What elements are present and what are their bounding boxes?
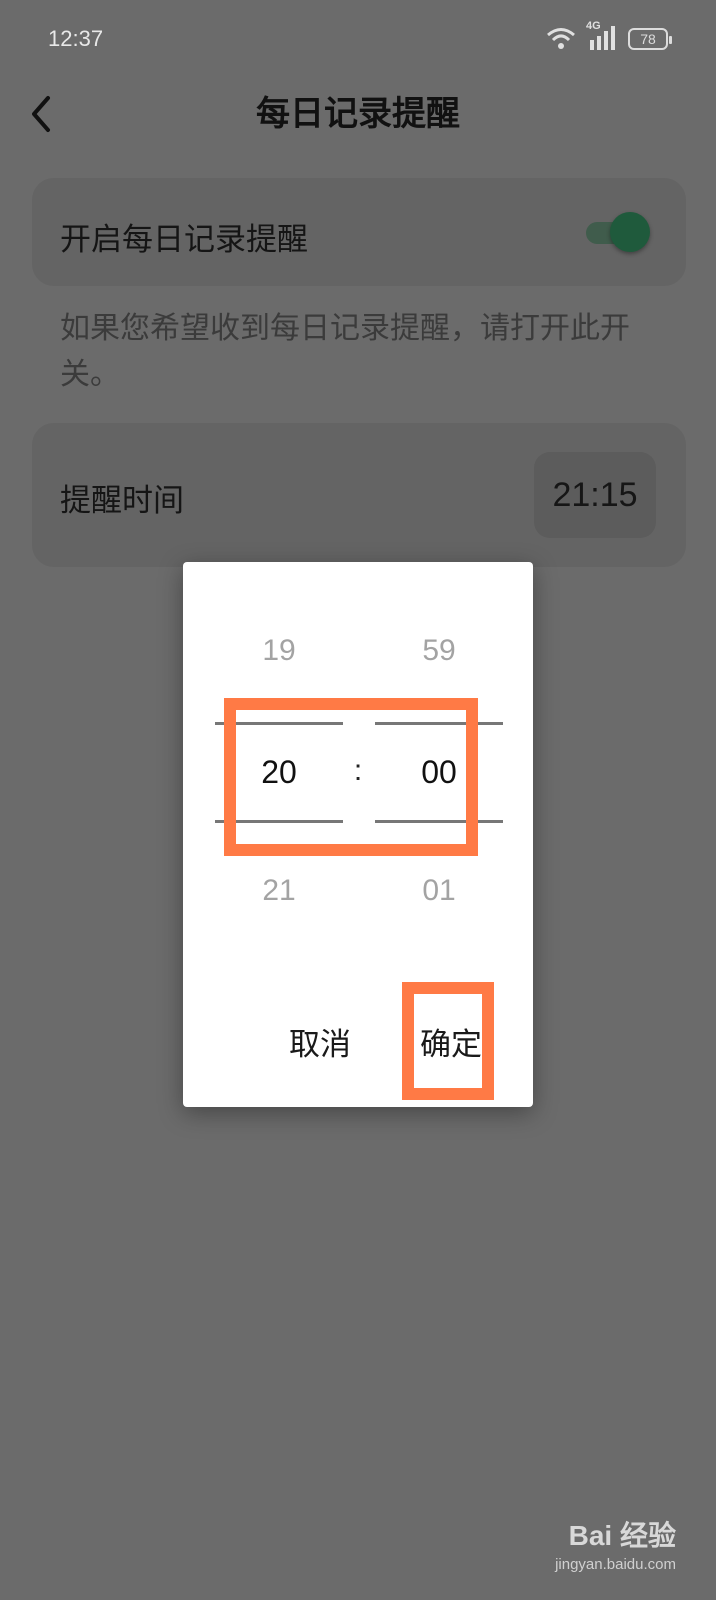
hour-next[interactable]: 21 bbox=[215, 874, 343, 908]
watermark: Bai 经验 jingyan.baidu.com bbox=[536, 1514, 676, 1580]
cancel-button[interactable]: 取消 bbox=[285, 1020, 355, 1070]
reminder-time-card[interactable]: 提醒时间 21:15 bbox=[32, 423, 686, 567]
status-bar: 12:37 4G 78 bbox=[0, 0, 716, 80]
watermark-url: jingyan.baidu.com bbox=[555, 1556, 676, 1573]
status-time: 12:37 bbox=[48, 26, 104, 51]
watermark-logo: Bai 经验 bbox=[568, 1520, 676, 1551]
reminder-time-value[interactable]: 21:15 bbox=[534, 452, 656, 538]
wifi-icon bbox=[546, 26, 576, 54]
status-icons: 4G bbox=[546, 20, 616, 54]
reminder-time-label: 提醒时间 bbox=[60, 483, 184, 519]
network-type-label: 4G bbox=[586, 20, 601, 32]
cellular-signal-icon: 4G bbox=[586, 20, 616, 54]
reminder-toggle-card[interactable]: 开启每日记录提醒 bbox=[32, 178, 686, 286]
confirm-highlight-box bbox=[402, 982, 494, 1100]
reminder-toggle-switch[interactable] bbox=[586, 212, 650, 252]
minute-prev[interactable]: 59 bbox=[375, 634, 503, 668]
toggle-knob bbox=[610, 212, 650, 252]
page-title: 每日记录提醒 bbox=[256, 94, 460, 134]
reminder-toggle-label: 开启每日记录提醒 bbox=[60, 222, 308, 258]
hour-prev[interactable]: 19 bbox=[215, 634, 343, 668]
picker-highlight-box bbox=[224, 698, 478, 856]
reminder-hint-text: 如果您希望收到每日记录提醒，请打开此开关。 bbox=[60, 311, 630, 392]
battery-icon: 78 bbox=[628, 28, 672, 50]
minute-next[interactable]: 01 bbox=[375, 874, 503, 908]
